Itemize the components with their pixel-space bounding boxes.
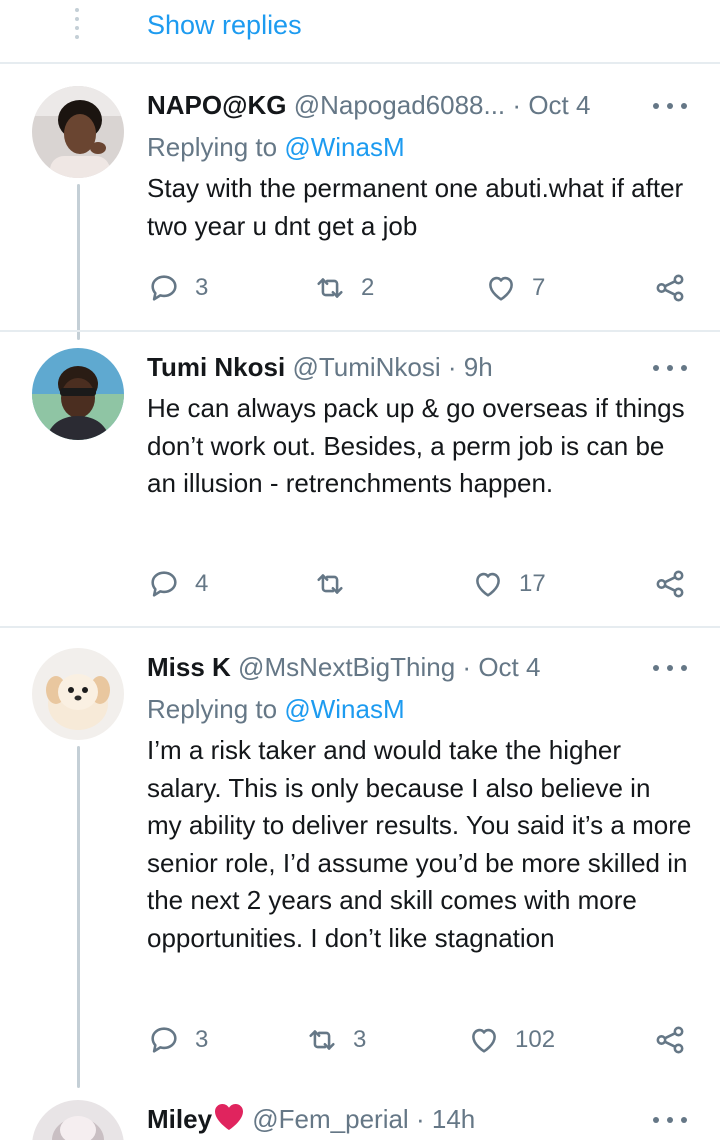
separator: ·	[447, 352, 457, 382]
divider	[0, 330, 720, 332]
retweet-icon	[317, 278, 343, 298]
replying-to-label: Replying to	[147, 132, 278, 162]
retweet-button[interactable]: 3	[305, 1023, 366, 1057]
more-options-icon[interactable]	[653, 1110, 687, 1130]
share-icon	[656, 570, 684, 598]
user-handle[interactable]: @TumiNkosi	[292, 352, 440, 382]
user-handle[interactable]: @MsNextBigThing	[238, 652, 455, 682]
show-replies-link[interactable]: Show replies	[147, 10, 302, 41]
user-handle[interactable]: @Napogad6088...	[294, 90, 505, 120]
retweet-button[interactable]	[313, 567, 361, 601]
timestamp[interactable]: 14h	[432, 1104, 475, 1134]
timestamp[interactable]: Oct 4	[478, 652, 540, 682]
tweet-text: Stay with the permanent one abuti.what i…	[147, 173, 684, 241]
tweet-text: He can always pack up & go overseas if t…	[147, 393, 685, 498]
display-name[interactable]: Tumi Nkosi	[147, 352, 285, 382]
share-button[interactable]	[653, 271, 687, 305]
reply-button[interactable]: 3	[147, 271, 208, 305]
thread-line	[77, 746, 80, 1088]
avatar[interactable]	[32, 86, 124, 178]
display-name[interactable]: Miley	[147, 1104, 212, 1134]
thread-continuation-dots	[74, 8, 80, 44]
replying-to-label: Replying to	[147, 694, 278, 724]
tweet-header: Miss K @MsNextBigThing · Oct 4	[147, 650, 540, 684]
display-name[interactable]: Miss K	[147, 652, 231, 682]
more-options-icon[interactable]	[653, 658, 687, 678]
like-count: 17	[519, 570, 546, 597]
like-button[interactable]: 17	[471, 567, 546, 601]
retweet-button[interactable]: 2	[313, 271, 374, 305]
tweet-header: Miley @Fem_perial · 14h	[147, 1102, 475, 1136]
replying-to: Replying to @WinasM	[147, 692, 405, 726]
tweet-header: NAPO@KG @Napogad6088... · Oct 4	[147, 88, 590, 122]
replying-to: Replying to @WinasM	[147, 130, 405, 164]
reply-icon	[151, 275, 177, 301]
separator: ·	[512, 90, 522, 120]
retweet-icon	[309, 1030, 335, 1050]
like-button[interactable]: 102	[467, 1023, 555, 1057]
like-count: 102	[515, 1026, 556, 1053]
reply-button[interactable]: 3	[147, 1023, 208, 1057]
red-heart-emoji-icon	[215, 1104, 244, 1130]
divider	[0, 626, 720, 628]
timestamp[interactable]: Oct 4	[528, 90, 590, 120]
reply-count: 4	[195, 570, 209, 597]
share-icon	[656, 1026, 684, 1054]
tweet-text: I’m a risk taker and would take the high…	[147, 735, 692, 953]
more-options-icon[interactable]	[653, 358, 687, 378]
heart-icon	[472, 1028, 496, 1053]
separator: ·	[462, 652, 472, 682]
reply-icon	[151, 1027, 177, 1053]
avatar[interactable]	[32, 348, 124, 440]
retweet-count: 3	[353, 1026, 367, 1053]
like-count: 7	[532, 274, 546, 301]
reply-button[interactable]: 4	[147, 567, 208, 601]
heart-icon	[489, 276, 513, 301]
more-options-icon[interactable]	[653, 96, 687, 116]
share-button[interactable]	[653, 1023, 687, 1057]
reply-count: 3	[195, 274, 209, 301]
mention-link[interactable]: @WinasM	[284, 132, 404, 162]
reply-icon	[151, 571, 177, 597]
retweet-count: 2	[361, 274, 375, 301]
divider	[0, 62, 720, 64]
avatar[interactable]	[32, 648, 124, 740]
like-button[interactable]: 7	[484, 271, 545, 305]
separator: ·	[415, 1104, 425, 1134]
heart-icon	[476, 572, 500, 597]
avatar[interactable]	[32, 1100, 124, 1140]
mention-link[interactable]: @WinasM	[284, 694, 404, 724]
display-name[interactable]: NAPO@KG	[147, 90, 286, 120]
timestamp[interactable]: 9h	[464, 352, 493, 382]
user-handle[interactable]: @Fem_perial	[252, 1104, 408, 1134]
tweet-header: Tumi Nkosi @TumiNkosi · 9h	[147, 350, 493, 384]
share-icon	[656, 274, 684, 302]
reply-count: 3	[195, 1026, 209, 1053]
thread-line	[77, 184, 80, 340]
retweet-icon	[317, 574, 343, 594]
share-button[interactable]	[653, 567, 687, 601]
